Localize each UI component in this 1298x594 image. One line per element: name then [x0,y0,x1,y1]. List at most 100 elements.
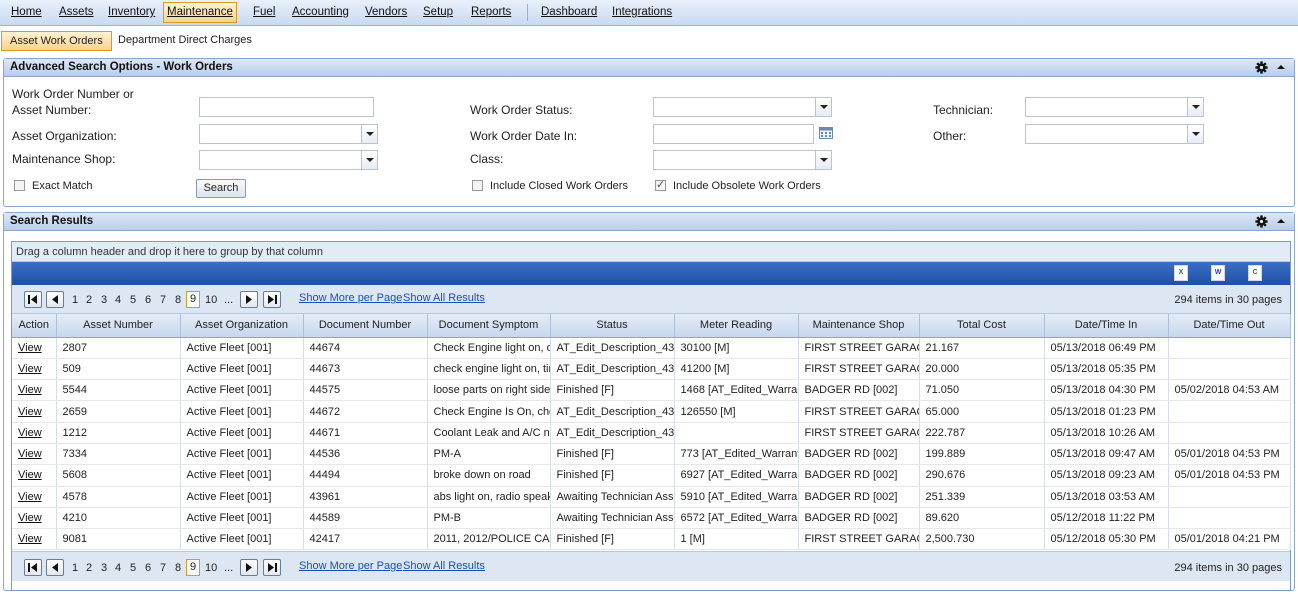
class-select[interactable] [653,150,832,170]
page-number[interactable]: 5 [130,294,136,306]
table-row[interactable]: View 509 Active Fleet [001] 44673 check engi… [12,358,1291,381]
menu-dashboard[interactable]: Dashboard [538,2,600,23]
menu-setup[interactable]: Setup [420,2,456,23]
chevron-down-icon[interactable] [361,151,377,169]
next-page-button[interactable] [240,559,258,576]
menu-integrations[interactable]: Integrations [609,2,675,23]
view-link[interactable]: View [18,469,42,481]
table-row[interactable]: View 5544 Active Fleet [001] 44575 loose par… [12,379,1291,402]
prev-page-button[interactable] [46,559,64,576]
wo-number-input[interactable] [199,97,374,117]
table-row[interactable]: View 5608 Active Fleet [001] 44494 broke dow… [12,464,1291,487]
first-page-button[interactable] [24,291,42,308]
page-number[interactable]: ... [224,562,233,574]
view-link[interactable]: View [18,406,42,418]
technician-select[interactable] [1025,97,1204,117]
chevron-down-icon[interactable] [815,151,831,169]
last-page-button[interactable] [263,559,281,576]
chevron-down-icon[interactable] [815,98,831,116]
column-header[interactable]: Maintenance Shop [798,314,920,338]
show-more-per-page-link[interactable]: Show More per Page [299,292,402,304]
show-all-results-link[interactable]: Show All Results [403,560,485,572]
column-header[interactable]: Date/Time Out [1168,314,1291,338]
page-number[interactable]: 2 [86,294,92,306]
table-row[interactable]: View 2807 Active Fleet [001] 44674 Check Eng… [12,337,1291,359]
table-row[interactable]: View 4578 Active Fleet [001] 43961 abs light… [12,486,1291,508]
table-row[interactable]: View 4210 Active Fleet [001] 44589 PM-B Await… [12,507,1291,530]
menu-assets[interactable]: Assets [56,2,97,23]
menu-reports[interactable]: Reports [468,2,514,23]
page-number[interactable]: 3 [101,562,107,574]
page-number[interactable]: 6 [145,294,151,306]
show-more-per-page-link[interactable]: Show More per Page [299,560,402,572]
menu-accounting[interactable]: Accounting [289,2,352,23]
search-button[interactable]: Search [196,179,246,198]
tab-asset-work-orders[interactable]: Asset Work Orders [1,31,112,51]
gear-icon[interactable] [1255,61,1268,74]
table-row[interactable]: View 7334 Active Fleet [001] 44536 PM-A Finis… [12,443,1291,466]
column-header[interactable]: Asset Number [56,314,181,338]
page-number[interactable]: 10 [205,562,217,574]
table-row[interactable]: View 9081 Active Fleet [001] 42417 2011, 201… [12,528,1291,551]
view-link[interactable]: View [18,533,42,545]
asset-organization-select[interactable] [199,124,378,144]
table-row[interactable]: View 1212 Active Fleet [001] 44671 Coolant L… [12,422,1291,444]
exact-match-checkbox[interactable] [14,180,25,191]
view-link[interactable]: View [18,512,42,524]
menu-fuel[interactable]: Fuel [250,2,278,23]
page-number[interactable]: 10 [205,294,217,306]
page-number[interactable]: 4 [115,562,121,574]
other-select[interactable] [1025,124,1204,144]
page-number[interactable]: 1 [72,562,78,574]
page-number-current[interactable]: 9 [186,559,200,576]
column-header[interactable]: Status [550,314,675,338]
menu-inventory[interactable]: Inventory [105,2,158,23]
menu-maintenance[interactable]: Maintenance [163,2,237,23]
view-link[interactable]: View [18,427,42,439]
menu-home[interactable]: Home [8,2,45,23]
column-header[interactable]: Meter Reading [674,314,799,338]
show-all-results-link[interactable]: Show All Results [403,292,485,304]
column-header[interactable]: Action [12,314,57,338]
page-number[interactable]: 7 [160,562,166,574]
page-number-current[interactable]: 9 [186,291,200,308]
page-number[interactable]: 7 [160,294,166,306]
last-page-button[interactable] [263,291,281,308]
next-page-button[interactable] [240,291,258,308]
chevron-down-icon[interactable] [361,125,377,143]
page-number[interactable]: ... [224,294,233,306]
table-row[interactable]: View 2659 Active Fleet [001] 44672 Check Eng… [12,400,1291,423]
menu-vendors[interactable]: Vendors [362,2,410,23]
wo-date-in-input[interactable] [653,124,814,144]
chevron-down-icon[interactable] [1187,125,1203,143]
page-number[interactable]: 8 [175,294,181,306]
page-number[interactable]: 5 [130,562,136,574]
group-by-drop-zone[interactable]: Drag a column header and drop it here to… [12,242,1290,262]
view-link[interactable]: View [18,491,42,503]
collapse-up-icon[interactable] [1277,65,1285,69]
word-export-icon[interactable]: W [1211,265,1225,281]
gear-icon[interactable] [1255,215,1268,228]
first-page-button[interactable] [24,559,42,576]
page-number[interactable]: 8 [175,562,181,574]
page-number[interactable]: 2 [86,562,92,574]
csv-export-icon[interactable]: C [1248,265,1262,281]
view-link[interactable]: View [18,342,42,354]
chevron-down-icon[interactable] [1187,98,1203,116]
view-link[interactable]: View [18,363,42,375]
tab-department-direct-charges[interactable]: Department Direct Charges [110,31,260,51]
view-link[interactable]: View [18,448,42,460]
page-number[interactable]: 1 [72,294,78,306]
column-header[interactable]: Document Number [303,314,428,338]
page-number[interactable]: 6 [145,562,151,574]
column-header[interactable]: Date/Time In [1044,314,1169,338]
page-number[interactable]: 4 [115,294,121,306]
excel-export-icon[interactable]: X [1174,265,1188,281]
include-closed-checkbox[interactable] [472,180,483,191]
calendar-icon[interactable] [819,127,833,139]
page-number[interactable]: 3 [101,294,107,306]
wo-status-select[interactable] [653,97,832,117]
include-obsolete-checkbox[interactable] [655,178,666,191]
prev-page-button[interactable] [46,291,64,308]
column-header[interactable]: Total Cost [919,314,1045,338]
